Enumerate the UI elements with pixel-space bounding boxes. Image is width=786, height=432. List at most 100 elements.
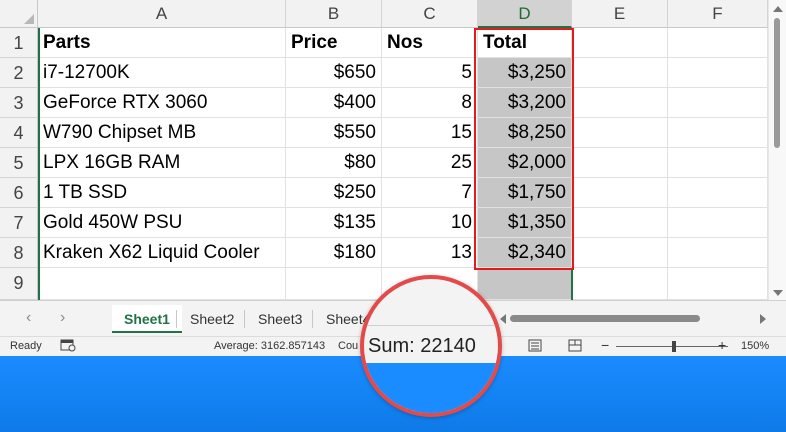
row-header-2[interactable]: 2: [0, 58, 38, 88]
vertical-scroll-thumb[interactable]: [774, 18, 780, 148]
cell-d2[interactable]: $3,250: [478, 58, 572, 88]
cell-d8[interactable]: $2,340: [478, 238, 572, 268]
cell-b8[interactable]: $180: [286, 238, 382, 268]
status-ready: Ready: [10, 340, 42, 352]
cell-f8[interactable]: [668, 238, 768, 268]
cell-c1[interactable]: Nos: [382, 28, 478, 58]
cell-e9[interactable]: [572, 268, 668, 300]
cell-b6[interactable]: $250: [286, 178, 382, 208]
row-header-4[interactable]: 4: [0, 118, 38, 148]
tab-sheet2[interactable]: Sheet2: [178, 305, 246, 333]
cell-f9[interactable]: [668, 268, 768, 300]
cell-e5[interactable]: [572, 148, 668, 178]
scroll-down-arrow-icon[interactable]: [773, 290, 783, 296]
page-layout-view-icon[interactable]: [528, 339, 542, 355]
cell-c5[interactable]: 25: [382, 148, 478, 178]
cell-d6[interactable]: $1,750: [478, 178, 572, 208]
cell-a6[interactable]: 1 TB SSD: [38, 178, 286, 208]
row-header-3[interactable]: 3: [0, 88, 38, 118]
zoom-in-icon[interactable]: +: [718, 337, 726, 353]
cell-c3[interactable]: 8: [382, 88, 478, 118]
cell-c8[interactable]: 13: [382, 238, 478, 268]
row-header-9[interactable]: 9: [0, 268, 38, 300]
cell-e6[interactable]: [572, 178, 668, 208]
cell-b3[interactable]: $400: [286, 88, 382, 118]
cell-c7[interactable]: 10: [382, 208, 478, 238]
cell-e3[interactable]: [572, 88, 668, 118]
cell-e7[interactable]: [572, 208, 668, 238]
horizontal-scroll-thumb[interactable]: [510, 315, 700, 322]
prev-sheet-icon[interactable]: ‹: [26, 309, 31, 327]
selection-border-right: [571, 268, 573, 300]
cell-c4[interactable]: 15: [382, 118, 478, 148]
tab-separator: [244, 310, 245, 328]
cell-b7[interactable]: $135: [286, 208, 382, 238]
zoom-level[interactable]: 150%: [741, 340, 769, 352]
cell-a4[interactable]: W790 Chipset MB: [38, 118, 286, 148]
column-header-c[interactable]: C: [382, 0, 478, 28]
cell-d5[interactable]: $2,000: [478, 148, 572, 178]
tab-sheet3[interactable]: Sheet3: [246, 305, 314, 333]
cell-d4[interactable]: $8,250: [478, 118, 572, 148]
tab-separator: [312, 310, 313, 328]
cell-f1[interactable]: [668, 28, 768, 58]
cell-b9[interactable]: [286, 268, 382, 300]
cell-a3[interactable]: GeForce RTX 3060: [38, 88, 286, 118]
cell-e1[interactable]: [572, 28, 668, 58]
cell-b4[interactable]: $550: [286, 118, 382, 148]
cell-e4[interactable]: [572, 118, 668, 148]
row-header-6[interactable]: 6: [0, 178, 38, 208]
cell-c6[interactable]: 7: [382, 178, 478, 208]
accessibility-icon[interactable]: [60, 339, 76, 355]
cell-f5[interactable]: [668, 148, 768, 178]
cell-a7[interactable]: Gold 450W PSU: [38, 208, 286, 238]
scroll-right-arrow-icon[interactable]: [760, 314, 766, 324]
row-header-5[interactable]: 5: [0, 148, 38, 178]
column-header-b[interactable]: B: [286, 0, 382, 28]
next-sheet-icon[interactable]: ›: [60, 309, 65, 327]
tab-sheet1[interactable]: Sheet1: [112, 305, 182, 333]
row-header-1[interactable]: 1: [0, 28, 38, 58]
zoom-slider-handle[interactable]: [672, 341, 676, 352]
cell-a2[interactable]: i7-12700K: [38, 58, 286, 88]
magnified-desktop: [364, 363, 498, 413]
status-average: Average: 3162.857143: [214, 340, 326, 352]
cell-e8[interactable]: [572, 238, 668, 268]
cell-a5[interactable]: LPX 16GB RAM: [38, 148, 286, 178]
horizontal-scrollbar[interactable]: [500, 311, 766, 327]
cell-b5[interactable]: $80: [286, 148, 382, 178]
cell-f4[interactable]: [668, 118, 768, 148]
cell-d9[interactable]: [478, 268, 572, 300]
cell-b2[interactable]: $650: [286, 58, 382, 88]
scroll-left-arrow-icon[interactable]: [500, 314, 506, 324]
column-header-d[interactable]: D: [478, 0, 572, 28]
page-break-view-icon[interactable]: [568, 339, 582, 355]
cell-d7[interactable]: $1,350: [478, 208, 572, 238]
cell-b1[interactable]: Price: [286, 28, 382, 58]
cell-f6[interactable]: [668, 178, 768, 208]
status-count: Cou: [338, 340, 359, 352]
cell-f2[interactable]: [668, 58, 768, 88]
row-header-8[interactable]: 8: [0, 238, 38, 268]
column-header-e[interactable]: E: [572, 0, 668, 28]
scroll-up-arrow-icon[interactable]: [773, 6, 783, 12]
magnifier-callout: Sum: 22140: [360, 275, 502, 417]
vertical-scrollbar[interactable]: [768, 0, 786, 300]
spreadsheet-grid[interactable]: A B C D E F 1 2 3 4 5 6 7 8 9 Parts Pric…: [0, 0, 768, 300]
cell-a1[interactable]: Parts: [38, 28, 286, 58]
cell-d3[interactable]: $3,200: [478, 88, 572, 118]
column-header-a[interactable]: A: [38, 0, 286, 28]
zoom-out-icon[interactable]: −: [601, 337, 609, 353]
cell-e2[interactable]: [572, 58, 668, 88]
cell-d1[interactable]: Total: [478, 28, 572, 58]
cell-a9[interactable]: [38, 268, 286, 300]
column-header-f[interactable]: F: [668, 0, 768, 28]
cell-f3[interactable]: [668, 88, 768, 118]
cell-f7[interactable]: [668, 208, 768, 238]
select-all-corner[interactable]: [0, 0, 38, 28]
cell-c2[interactable]: 5: [382, 58, 478, 88]
status-sum: Sum: 22140: [368, 335, 476, 357]
tab-separator: [176, 310, 177, 328]
cell-a8[interactable]: Kraken X62 Liquid Cooler: [38, 238, 286, 268]
row-header-7[interactable]: 7: [0, 208, 38, 238]
